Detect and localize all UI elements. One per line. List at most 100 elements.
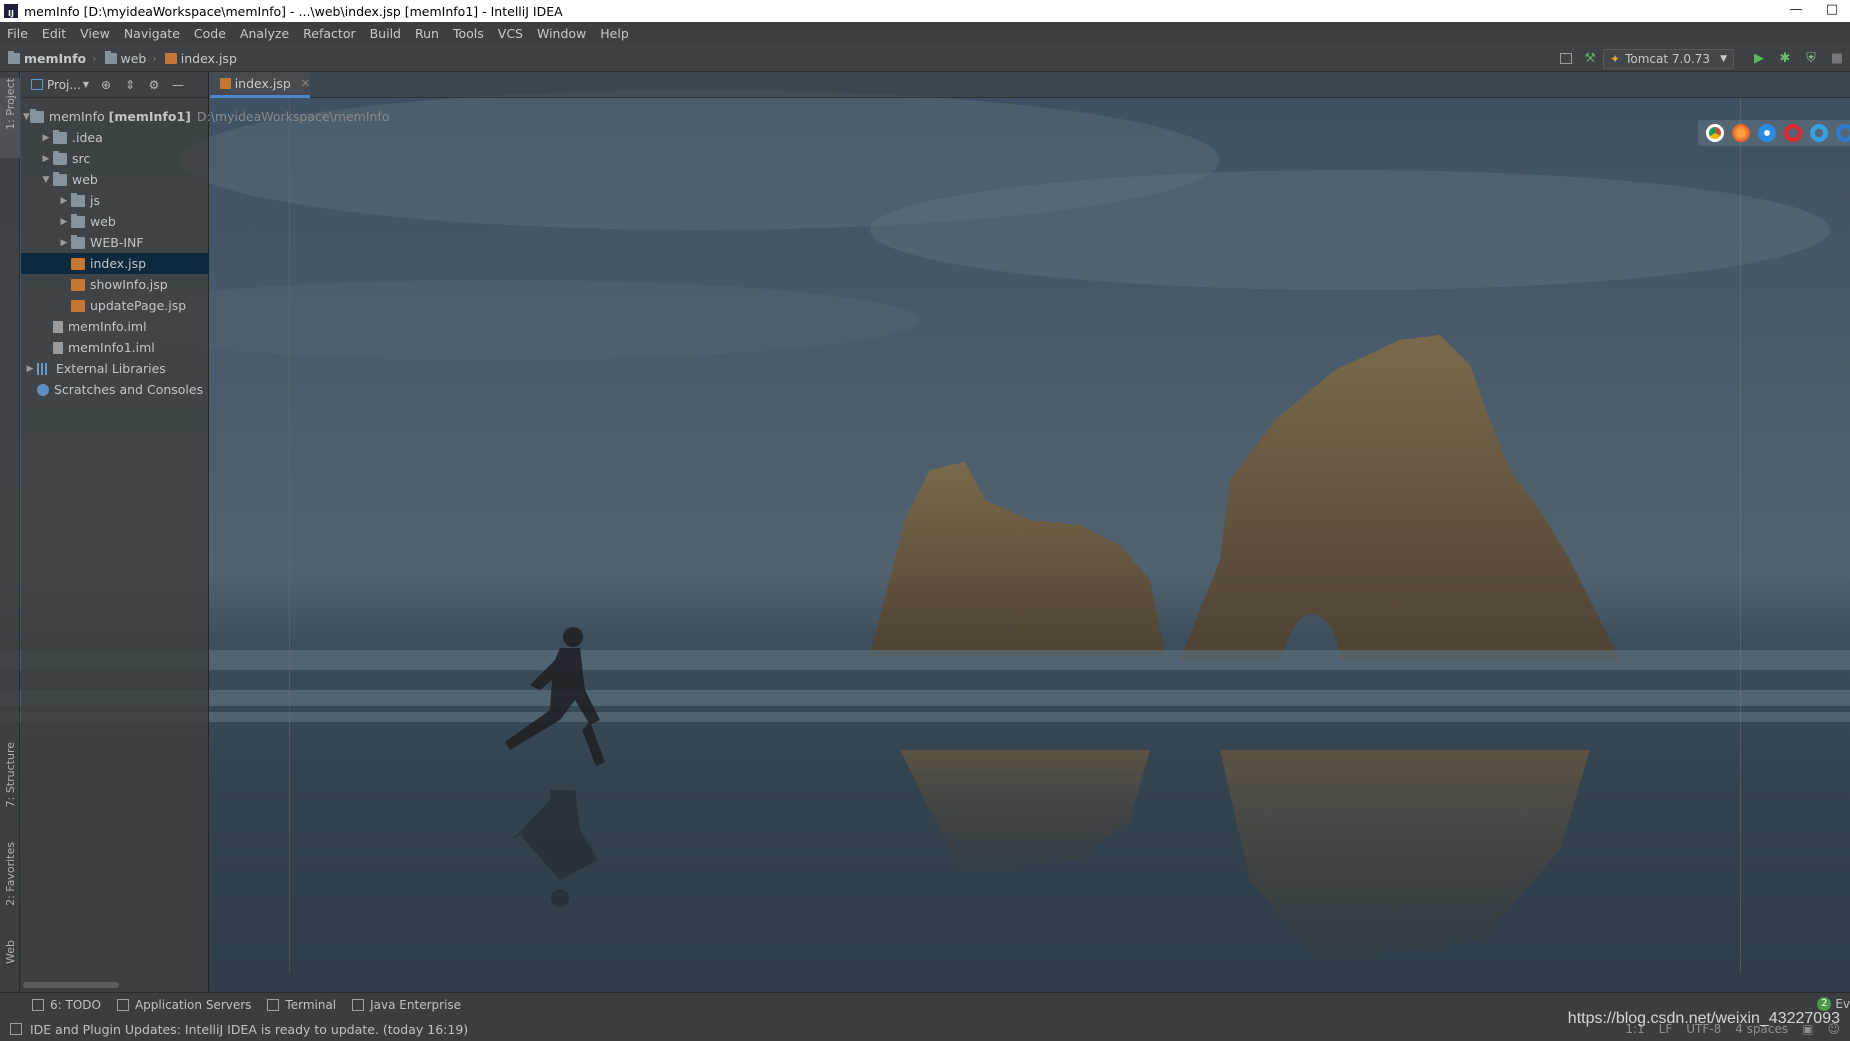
tool-window-application-servers[interactable]: Application Servers — [116, 998, 251, 1012]
tool-tab-project[interactable]: 1: Project — [0, 78, 20, 158]
background-landscape — [0, 90, 1850, 960]
menu-file[interactable]: File — [0, 22, 35, 45]
menu-analyze[interactable]: Analyze — [233, 22, 296, 45]
tool-window-terminal-label: Terminal — [285, 998, 337, 1012]
menu-run[interactable]: Run — [408, 22, 446, 45]
expand-arrow-icon[interactable]: ▼ — [23, 112, 30, 122]
menu-code[interactable]: Code — [187, 22, 233, 45]
tree-item-web-sub[interactable]: ▶ web — [21, 211, 209, 232]
tree-item-module[interactable]: ▼ memInfo [memInfo1] D:\myideaWorkspace\… — [21, 106, 389, 127]
menu-help[interactable]: Help — [593, 22, 636, 45]
breadcrumb-web[interactable]: web › — [104, 50, 157, 66]
expand-arrow-icon[interactable]: ▶ — [57, 196, 71, 206]
todo-list-icon — [32, 999, 44, 1011]
menu-refactor[interactable]: Refactor — [296, 22, 362, 45]
gear-icon[interactable]: ⚙ — [147, 78, 161, 92]
toggle-tool-windows-icon[interactable] — [10, 1023, 22, 1035]
project-view-selector[interactable]: Proj... — [47, 78, 81, 92]
breadcrumb-project[interactable]: memInfo › — [8, 50, 97, 66]
tree-item-src[interactable]: ▶ src — [21, 148, 209, 169]
ie-icon[interactable] — [1810, 124, 1828, 142]
breadcrumb-separator-icon: › — [152, 51, 157, 65]
expand-arrow-icon[interactable]: ▶ — [39, 154, 53, 164]
tree-item-label: js — [90, 193, 100, 208]
build-hammer-icon[interactable]: ⚒ — [1582, 51, 1598, 67]
iml-file-icon — [53, 320, 63, 333]
tool-tab-structure-label: 7: Structure — [3, 742, 17, 808]
window-title-bar: IJ memInfo [D:\myideaWorkspace\memInfo] … — [0, 0, 1850, 22]
blog-watermark: https://blog.csdn.net/weixin_43227093 — [1567, 1010, 1840, 1027]
edge-icon[interactable] — [1836, 124, 1850, 142]
tree-item-label: Scratches and Consoles — [54, 382, 204, 397]
breadcrumb-file[interactable]: index.jsp — [164, 50, 237, 66]
expand-arrow-icon[interactable]: ▼ — [39, 175, 53, 185]
menu-view[interactable]: View — [73, 22, 117, 45]
maximize-button[interactable]: □ — [1814, 0, 1850, 22]
event-log-button[interactable]: 2 Ev — [1817, 997, 1850, 1011]
run-configuration-label: Tomcat 7.0.73 — [1625, 51, 1711, 66]
opera-icon[interactable] — [1784, 124, 1802, 142]
tool-tab-web-label: Web — [3, 940, 17, 964]
locate-file-icon[interactable]: ⊕ — [99, 78, 113, 92]
tree-item-external-libraries[interactable]: ▶ External Libraries — [21, 358, 209, 379]
editor-tab-index-jsp[interactable]: index.jsp ✕ — [210, 72, 310, 98]
chrome-icon[interactable] — [1706, 124, 1724, 142]
tree-item-js[interactable]: ▶ js — [21, 190, 209, 211]
jsp-file-icon — [71, 278, 85, 291]
tool-window-java-enterprise[interactable]: Java Enterprise — [352, 998, 461, 1012]
breadcrumb-web-label: web — [120, 50, 147, 66]
menu-build[interactable]: Build — [363, 22, 408, 45]
project-structure-icon[interactable] — [1560, 53, 1573, 64]
tree-item-web[interactable]: ▼ web — [21, 169, 209, 190]
chevron-down-icon[interactable]: ▼ — [83, 80, 89, 89]
expand-arrow-icon[interactable]: ▶ — [23, 364, 37, 374]
minimize-button[interactable]: — — [1778, 0, 1814, 22]
tree-item-label: index.jsp — [90, 256, 147, 271]
expand-arrow-icon[interactable]: ▶ — [57, 238, 71, 248]
menu-tools[interactable]: Tools — [446, 22, 491, 45]
menu-vcs[interactable]: VCS — [491, 22, 530, 45]
tool-window-terminal[interactable]: Terminal — [267, 998, 336, 1012]
tree-item-meminfo1-iml[interactable]: memInfo1.iml — [21, 337, 209, 358]
hide-panel-icon[interactable]: — — [171, 78, 185, 92]
module-folder-icon — [29, 108, 44, 123]
folder-icon — [53, 150, 67, 165]
breadcrumb-file-label: index.jsp — [180, 50, 237, 66]
safari-icon[interactable] — [1758, 124, 1776, 142]
expand-arrow-icon[interactable]: ▶ — [57, 217, 71, 227]
expand-arrow-icon[interactable]: ▶ — [39, 133, 53, 143]
tree-item-web-inf[interactable]: ▶ WEB-INF — [21, 232, 209, 253]
horizontal-scrollbar[interactable] — [23, 982, 119, 988]
breadcrumb-project-label: memInfo — [24, 50, 87, 66]
status-message[interactable]: IDE and Plugin Updates: IntelliJ IDEA is… — [30, 1022, 468, 1037]
run-icon[interactable]: ▶ — [1751, 51, 1767, 67]
firefox-icon[interactable] — [1732, 124, 1750, 142]
tree-item-showinfo-jsp[interactable]: showInfo.jsp — [21, 274, 209, 295]
close-icon[interactable]: ✕ — [301, 77, 310, 90]
menu-navigate[interactable]: Navigate — [117, 22, 187, 45]
tool-tab-favorites[interactable]: 2: Favorites — [0, 842, 20, 922]
folder-icon — [53, 129, 67, 144]
tool-tab-web[interactable]: Web — [0, 940, 20, 988]
menu-window[interactable]: Window — [530, 22, 593, 45]
folder-icon — [104, 50, 117, 64]
run-with-coverage-icon[interactable]: ⛨ — [1803, 51, 1819, 67]
left-tool-stripe: 1: Project 7: Structure 2: Favorites Web — [0, 72, 20, 992]
debug-icon[interactable]: ✱ — [1777, 51, 1793, 67]
tree-item-scratches[interactable]: Scratches and Consoles — [21, 379, 209, 400]
menu-edit[interactable]: Edit — [35, 22, 73, 45]
run-configuration-select[interactable]: ✦ Tomcat 7.0.73 ▼ — [1603, 48, 1734, 69]
web-folder-icon — [53, 171, 67, 186]
tree-item-idea[interactable]: ▶ .idea — [21, 127, 209, 148]
tool-window-todo[interactable]: 6: TODO — [32, 998, 101, 1012]
event-log-label: Ev — [1835, 997, 1850, 1011]
tool-tab-structure[interactable]: 7: Structure — [0, 742, 20, 822]
tree-item-index-jsp[interactable]: index.jsp — [21, 253, 209, 274]
collapse-all-icon[interactable]: ⇕ — [123, 78, 137, 92]
folder-icon — [71, 213, 85, 228]
stop-icon[interactable]: ■ — [1829, 51, 1845, 67]
tree-item-updatepage-jsp[interactable]: updatePage.jsp — [21, 295, 209, 316]
tree-item-meminfo-iml[interactable]: memInfo.iml — [21, 316, 209, 337]
tool-window-java-enterprise-label: Java Enterprise — [370, 998, 462, 1012]
tree-item-label: src — [72, 151, 91, 166]
